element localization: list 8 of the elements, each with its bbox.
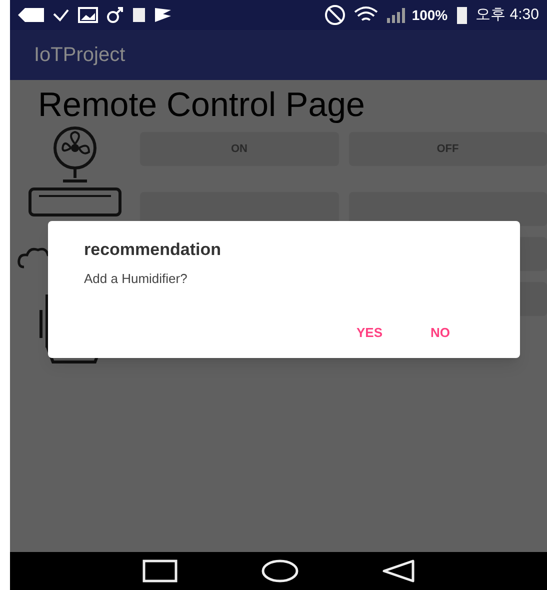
dialog-button[interactable]: YES — [352, 322, 386, 342]
app-title: IoTProject — [34, 43, 126, 68]
dialog-message: Add a Humidifier? — [84, 270, 188, 288]
battery-percentage: 100% — [412, 6, 448, 24]
dialog-button[interactable]: NO — [426, 322, 454, 342]
page-title: Remote Control Page — [38, 85, 365, 126]
dialog-title: recommendation — [84, 239, 221, 261]
clock: 오후 4:30 — [476, 4, 539, 25]
